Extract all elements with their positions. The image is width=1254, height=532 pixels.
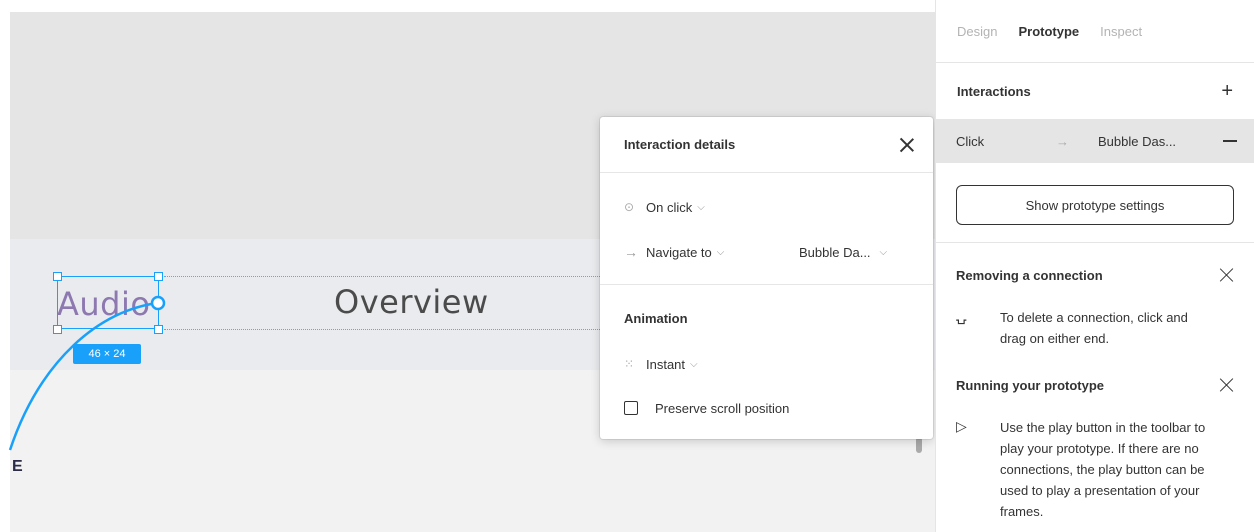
destination-select[interactable]: Bubble Da... ⌵ — [799, 242, 887, 262]
popup-header: Interaction details — [600, 117, 933, 173]
tab-inspect[interactable]: Inspect — [1100, 24, 1142, 39]
animation-select[interactable]: ⁙ Instant ⌵ — [624, 354, 698, 374]
connection-node-handle — [150, 295, 166, 311]
preserve-scroll-option[interactable]: Preserve scroll position — [624, 398, 789, 418]
interaction-details-popup: Interaction details ⊙ On click ⌵ → Navig… — [600, 117, 933, 439]
panel-tabs: Design Prototype Inspect — [936, 0, 1254, 63]
plus-icon[interactable]: + — [1221, 80, 1233, 103]
preserve-scroll-checkbox[interactable] — [624, 401, 638, 415]
tip-text-removing: To delete a connection, click and drag o… — [1000, 310, 1188, 346]
arrow-right-icon: → — [1056, 133, 1069, 149]
interaction-destination: Bubble Das... — [1098, 133, 1177, 149]
tip-title-running: Running your prototype — [956, 377, 1105, 393]
tip-header-removing: Removing a connection — [936, 243, 1254, 307]
trigger-label: On click — [646, 199, 693, 215]
size-badge: 46 × 24 — [73, 344, 141, 364]
tip-header-running: Running your prototype — [936, 353, 1254, 417]
chevron-down-icon: ⌵ — [879, 246, 888, 258]
target-icon: ⊙ — [624, 200, 635, 214]
canvas[interactable]: Overview Audio 46 × 24 E Interaction det… — [0, 0, 935, 532]
animation-title: Animation — [624, 311, 688, 326]
close-icon[interactable] — [1220, 378, 1234, 392]
close-icon[interactable] — [899, 137, 915, 153]
animation-value: Instant — [646, 356, 686, 372]
close-icon[interactable] — [1220, 268, 1234, 282]
scrollbar-thumb[interactable] — [916, 437, 922, 453]
instant-icon: ⁙ — [624, 357, 635, 371]
disconnect-icon: ⍽ — [956, 308, 967, 324]
action-label: Navigate to — [646, 244, 712, 260]
tip-text-running: Use the play button in the toolbar to pl… — [1000, 420, 1206, 519]
interactions-header: Interactions + — [936, 63, 1254, 119]
interactions-title: Interactions — [957, 83, 1031, 99]
play-icon: ▷ — [956, 418, 967, 434]
preserve-scroll-label: Preserve scroll position — [655, 400, 790, 416]
show-prototype-settings-button[interactable]: Show prototype settings — [956, 185, 1234, 225]
arrow-right-icon: → — [624, 244, 638, 260]
minus-icon[interactable] — [1223, 140, 1237, 142]
trigger-select[interactable]: ⊙ On click ⌵ — [624, 197, 705, 217]
destination-label: Bubble Da... — [799, 244, 871, 260]
chevron-down-icon: ⌵ — [690, 358, 698, 370]
chevron-down-icon: ⌵ — [697, 201, 705, 213]
tip-title-removing: Removing a connection — [956, 267, 1103, 283]
chevron-down-icon: ⌵ — [716, 246, 725, 258]
tab-design[interactable]: Design — [957, 24, 997, 39]
popup-title: Interaction details — [624, 137, 736, 152]
tab-prototype[interactable]: Prototype — [1018, 24, 1079, 39]
interaction-trigger: Click — [956, 133, 985, 149]
frame-label-fragment: E — [12, 458, 23, 475]
tip-body-running: ▷ Use the play button in the toolbar to … — [936, 417, 1254, 522]
interaction-row[interactable]: Click → Bubble Das... — [936, 119, 1254, 163]
tip-body-removing: ⍽ To delete a connection, click and drag… — [936, 307, 1254, 349]
popup-trigger-section: ⊙ On click ⌵ → Navigate to ⌵ Bubble Da..… — [600, 173, 933, 285]
properties-panel: Design Prototype Inspect Interactions + … — [935, 0, 1254, 532]
